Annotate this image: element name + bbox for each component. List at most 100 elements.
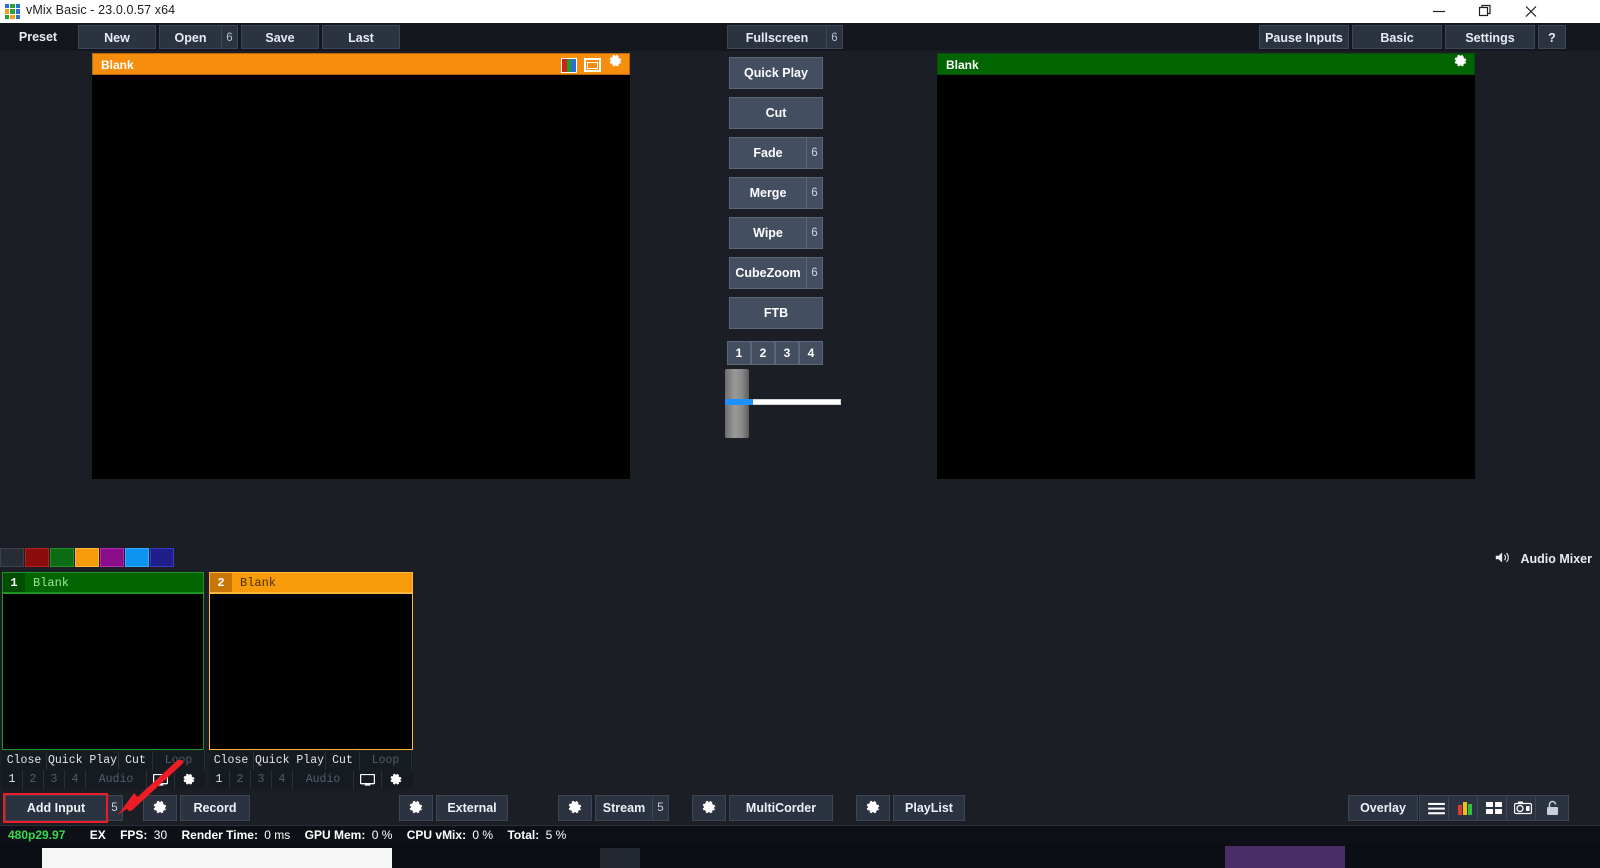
taskbar-window-item[interactable]	[1225, 846, 1345, 868]
program-header-icons	[1453, 56, 1468, 74]
stream-badge[interactable]: 5	[653, 795, 669, 821]
speaker-icon	[1494, 550, 1512, 568]
ftb-button[interactable]: FTB	[729, 297, 823, 329]
swatch-red[interactable]	[25, 548, 49, 567]
merge-badge[interactable]: 6	[807, 177, 823, 209]
input-1-gear-icon[interactable]	[175, 770, 203, 789]
external-button[interactable]: External	[436, 795, 508, 821]
playlist-button[interactable]: PlayList	[893, 795, 965, 821]
input-2-close-button[interactable]: Close	[209, 751, 254, 770]
swatch-green[interactable]	[50, 548, 74, 567]
multicorder-settings-gear-icon[interactable]	[692, 795, 726, 821]
maximize-button[interactable]	[1462, 0, 1508, 23]
preview-title: Blank	[101, 58, 134, 72]
input-2-overlay-3[interactable]: 3	[251, 770, 272, 789]
merge-button[interactable]: Merge	[729, 177, 807, 209]
settings-button[interactable]: Settings	[1445, 25, 1535, 49]
input-2-number: 2	[210, 573, 232, 592]
fullscreen-badge[interactable]: 6	[827, 25, 843, 49]
menu-bar: Preset New Open 6 Save Last Fullscreen 6…	[0, 23, 1600, 51]
minimize-button[interactable]	[1416, 0, 1462, 23]
swatch-none[interactable]	[0, 548, 24, 567]
taskbar-window-item[interactable]	[600, 848, 640, 868]
swatch-orange[interactable]	[75, 548, 99, 567]
swatch-blue[interactable]	[125, 548, 149, 567]
input-1-overlay-4[interactable]: 4	[65, 770, 86, 789]
program-video-area[interactable]	[937, 75, 1475, 479]
taskbar-window-item[interactable]	[42, 848, 392, 868]
window-icon[interactable]	[584, 58, 601, 72]
input-1-header[interactable]: 1 Blank	[2, 572, 204, 593]
input-2-gear-icon[interactable]	[382, 770, 410, 789]
input-2-cut-button[interactable]: Cut	[326, 751, 360, 770]
input-2-monitor-icon[interactable]	[354, 770, 382, 789]
program-window-header[interactable]: Blank	[937, 53, 1475, 75]
cut-button[interactable]: Cut	[729, 97, 823, 129]
input-1-audio-button[interactable]: Audio	[86, 770, 147, 789]
status-fps-value: 30	[154, 828, 167, 842]
input-1-quickplay-button[interactable]: Quick Play	[47, 751, 119, 770]
audio-mixer-label: Audio Mixer	[1520, 552, 1592, 566]
help-button[interactable]: ?	[1538, 25, 1566, 49]
cubezoom-badge[interactable]: 6	[807, 257, 823, 289]
quick-play-button[interactable]: Quick Play	[729, 57, 823, 89]
swatch-navy[interactable]	[150, 548, 174, 567]
basic-button[interactable]: Basic	[1352, 25, 1442, 49]
preview-window-header[interactable]: Blank	[92, 53, 630, 75]
menu-save-button[interactable]: Save	[241, 25, 319, 49]
transition-number-2[interactable]: 2	[751, 341, 775, 365]
status-render-value: 0 ms	[264, 828, 290, 842]
fade-button[interactable]: Fade	[729, 137, 807, 169]
transition-number-1[interactable]: 1	[727, 341, 751, 365]
fade-badge[interactable]: 6	[807, 137, 823, 169]
input-1-overlay-3[interactable]: 3	[44, 770, 65, 789]
menu-open-badge[interactable]: 6	[222, 25, 238, 49]
input-2-quickplay-button[interactable]: Quick Play	[254, 751, 326, 770]
cubezoom-button[interactable]: CubeZoom	[729, 257, 807, 289]
transition-number-3[interactable]: 3	[775, 341, 799, 365]
input-1-thumbnail[interactable]	[2, 593, 204, 750]
external-settings-gear-icon[interactable]	[399, 795, 433, 821]
menu-last-button[interactable]: Last	[322, 25, 400, 49]
input-2-overlay-4[interactable]: 4	[272, 770, 293, 789]
input-1-loop-button[interactable]: Loop	[153, 751, 205, 770]
transition-number-4[interactable]: 4	[799, 341, 823, 365]
playlist-settings-gear-icon[interactable]	[856, 795, 890, 821]
colorbars-icon[interactable]	[561, 58, 577, 73]
overlay-button[interactable]: Overlay	[1348, 795, 1418, 821]
record-button[interactable]: Record	[180, 795, 250, 821]
input-2-overlay-2[interactable]: 2	[230, 770, 251, 789]
input-1-cut-button[interactable]: Cut	[119, 751, 153, 770]
input-2-thumbnail[interactable]	[209, 593, 413, 750]
audio-mixer-button[interactable]: Audio Mixer	[1494, 548, 1592, 569]
wipe-button[interactable]: Wipe	[729, 217, 807, 249]
lock-icon[interactable]	[1535, 795, 1569, 821]
input-1-overlay-2[interactable]: 2	[23, 770, 44, 789]
input-1-close-button[interactable]: Close	[2, 751, 47, 770]
pause-inputs-button[interactable]: Pause Inputs	[1259, 25, 1349, 49]
t-bar-indicator	[725, 399, 753, 405]
preview-gear-icon[interactable]	[608, 54, 623, 76]
input-1-name: Blank	[33, 573, 69, 594]
close-button[interactable]	[1508, 0, 1554, 23]
record-settings-gear-icon[interactable]	[143, 795, 177, 821]
input-2-header[interactable]: 2 Blank	[209, 572, 413, 593]
input-1-overlay-1[interactable]: 1	[2, 770, 23, 789]
input-1-controls-row2: 1 2 3 4 Audio	[2, 770, 205, 789]
input-2-audio-button[interactable]: Audio	[293, 770, 354, 789]
add-input-badge[interactable]: 5	[107, 795, 123, 821]
stream-settings-gear-icon[interactable]	[558, 795, 592, 821]
stream-button[interactable]: Stream	[595, 795, 653, 821]
menu-open-button[interactable]: Open	[159, 25, 222, 49]
program-gear-icon[interactable]	[1453, 54, 1468, 76]
swatch-purple[interactable]	[100, 548, 124, 567]
add-input-button[interactable]: Add Input	[5, 795, 107, 821]
input-2-loop-button[interactable]: Loop	[360, 751, 412, 770]
multicorder-button[interactable]: MultiCorder	[729, 795, 833, 821]
input-1-monitor-icon[interactable]	[147, 770, 175, 789]
wipe-badge[interactable]: 6	[807, 217, 823, 249]
preview-video-area[interactable]	[92, 75, 630, 479]
menu-new-button[interactable]: New	[78, 25, 156, 49]
fullscreen-button[interactable]: Fullscreen	[727, 25, 827, 49]
input-2-overlay-1[interactable]: 1	[209, 770, 230, 789]
